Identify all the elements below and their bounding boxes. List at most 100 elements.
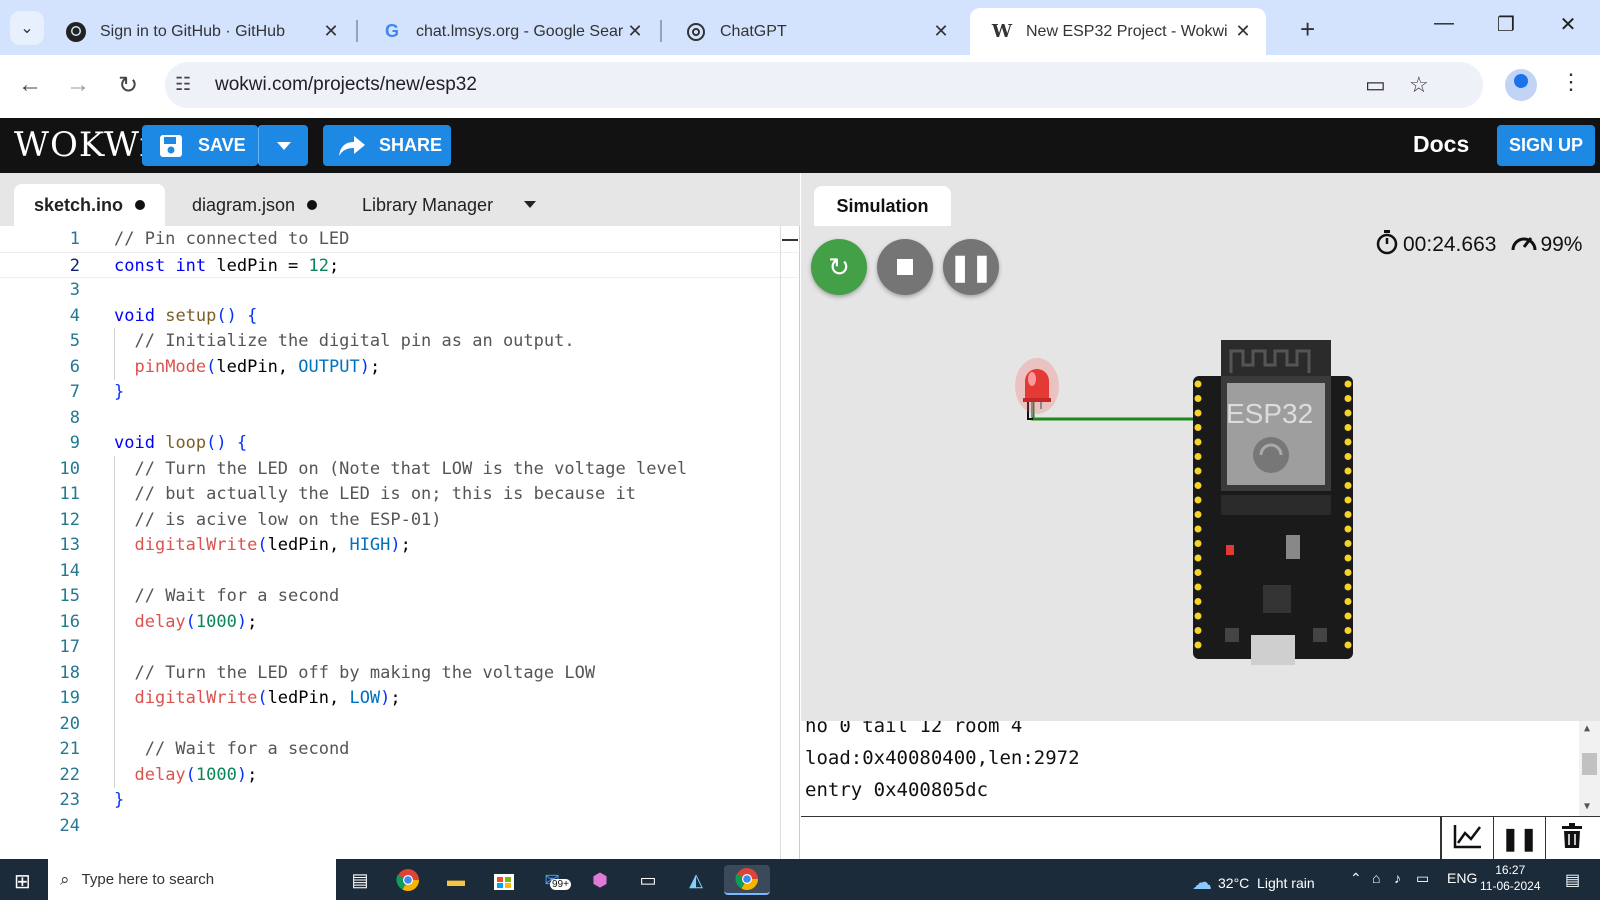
esp32-pin[interactable]: [1194, 554, 1202, 562]
chrome-active-window-icon[interactable]: [724, 865, 770, 895]
esp32-pin[interactable]: [1194, 612, 1202, 620]
circuit-canvas[interactable]: ESP32: [801, 173, 1600, 721]
tab-sketch-ino[interactable]: sketch.ino: [14, 184, 166, 226]
windows-start-icon[interactable]: ⊞: [14, 869, 31, 894]
terminal-icon[interactable]: ▭: [632, 865, 664, 895]
clear-serial-button[interactable]: [1545, 817, 1597, 860]
pause-serial-button[interactable]: ❚❚: [1493, 817, 1545, 860]
display-icon[interactable]: ▭: [1416, 870, 1429, 887]
close-icon[interactable]: ✕: [930, 21, 952, 42]
esp32-pin[interactable]: [1194, 424, 1202, 431]
esp32-pin[interactable]: [1344, 453, 1352, 460]
serial-scrollbar[interactable]: ▲ ▼: [1579, 721, 1600, 816]
code-line[interactable]: 16 delay(1000);: [0, 608, 798, 635]
esp32-pin[interactable]: [1344, 525, 1352, 533]
3d-app-icon[interactable]: ⬢: [584, 865, 616, 895]
esp32-pin[interactable]: [1344, 627, 1352, 634]
esp32-pin[interactable]: [1194, 641, 1202, 649]
share-button[interactable]: SHARE: [323, 125, 451, 166]
minimize-button[interactable]: —: [1424, 12, 1464, 35]
mail-icon[interactable]: ✉ 99+: [536, 865, 571, 895]
code-line[interactable]: 21 // Wait for a second: [0, 736, 798, 762]
esp32-pin[interactable]: [1344, 612, 1352, 620]
save-button[interactable]: SAVE: [142, 125, 258, 166]
code-line[interactable]: 3: [0, 277, 798, 303]
esp32-board[interactable]: [1193, 340, 1353, 665]
volume-icon[interactable]: ♪: [1394, 870, 1401, 886]
esp32-pin[interactable]: [1194, 525, 1202, 533]
profile-avatar[interactable]: [1505, 69, 1537, 101]
docs-link[interactable]: Docs: [1413, 131, 1469, 158]
browser-tab-google[interactable]: G chat.lmsys.org - Google Searc ✕: [360, 8, 658, 55]
code-line[interactable]: 8: [0, 405, 798, 431]
code-line[interactable]: 2 const int ledPin = 12;: [0, 251, 798, 278]
code-line[interactable]: 19 digitalWrite(ledPin, LOW);: [0, 685, 798, 711]
language-indicator[interactable]: ENG: [1447, 870, 1477, 886]
esp32-pin[interactable]: [1194, 409, 1202, 417]
browser-tab-wokwi[interactable]: W New ESP32 Project - Wokwi S ✕: [970, 8, 1266, 55]
tab-diagram-json[interactable]: diagram.json: [192, 184, 318, 226]
esp32-pin[interactable]: [1344, 409, 1352, 417]
serial-plotter-button[interactable]: [1441, 817, 1493, 860]
save-options-button[interactable]: [258, 125, 308, 166]
esp32-pin[interactable]: [1344, 482, 1352, 489]
code-line[interactable]: 23}: [0, 787, 798, 813]
close-icon[interactable]: ✕: [624, 21, 646, 42]
esp32-pin[interactable]: [1194, 395, 1202, 402]
notes-app-icon[interactable]: ◭: [680, 865, 712, 895]
restore-button[interactable]: ❐: [1486, 12, 1526, 37]
code-area[interactable]: 1 // Pin connected to LED 2 const int ledPi…: [0, 226, 798, 859]
code-line[interactable]: 24: [0, 813, 798, 839]
esp32-pin[interactable]: [1194, 496, 1202, 504]
task-view-icon[interactable]: ▤: [344, 865, 376, 895]
esp32-pin[interactable]: [1194, 482, 1202, 489]
more-tabs-caret-icon[interactable]: [524, 201, 536, 208]
system-clock[interactable]: 16:27 11-06-2024: [1480, 862, 1541, 894]
site-info-icon[interactable]: ☷: [175, 74, 191, 95]
esp32-pin[interactable]: [1344, 583, 1352, 591]
esp32-pin[interactable]: [1194, 540, 1202, 547]
code-line[interactable]: 4 void setup() {: [0, 303, 798, 329]
back-button[interactable]: ←: [14, 71, 46, 99]
esp32-pin[interactable]: [1194, 627, 1202, 634]
esp32-pin[interactable]: [1194, 598, 1202, 605]
code-line[interactable]: 22 delay(1000);: [0, 761, 798, 788]
esp32-pin[interactable]: [1344, 496, 1352, 504]
browser-menu-icon[interactable]: ⋮: [1560, 69, 1582, 95]
esp32-pin[interactable]: [1194, 380, 1202, 388]
code-line[interactable]: 14: [0, 557, 798, 584]
esp32-pin[interactable]: [1344, 467, 1352, 475]
esp32-pin[interactable]: [1344, 554, 1352, 562]
taskbar-search-box[interactable]: ⌕ Type here to search: [48, 859, 336, 900]
chevron-up-icon[interactable]: ⌃: [1350, 870, 1362, 887]
esp32-pin[interactable]: [1194, 569, 1202, 576]
esp32-pin[interactable]: [1194, 438, 1202, 446]
close-icon[interactable]: ✕: [1232, 21, 1254, 42]
code-line[interactable]: 13 digitalWrite(ledPin, HIGH);: [0, 532, 798, 558]
file-explorer-icon[interactable]: ▬: [440, 865, 472, 895]
weather-widget[interactable]: ☁ 32°C Light rain: [1192, 870, 1315, 895]
esp32-pin[interactable]: [1344, 569, 1352, 576]
tab-library-manager[interactable]: Library Manager: [362, 184, 493, 226]
close-icon[interactable]: ✕: [320, 21, 342, 42]
esp32-pin[interactable]: [1344, 598, 1352, 605]
code-line[interactable]: 15 // Wait for a second: [0, 583, 798, 609]
code-line[interactable]: 12 // is acive low on the ESP-01): [0, 506, 798, 533]
bookmark-star-icon[interactable]: ☆: [1409, 72, 1429, 98]
esp32-pin[interactable]: [1344, 424, 1352, 431]
close-window-button[interactable]: ✕: [1548, 12, 1588, 37]
url-text[interactable]: wokwi.com/projects/new/esp32: [215, 74, 477, 96]
code-line[interactable]: 17: [0, 634, 798, 660]
code-line[interactable]: 9 void loop() {: [0, 430, 798, 456]
wokwi-logo[interactable]: WOKWi: [14, 125, 151, 165]
code-line[interactable]: 10 // Turn the LED on (Note that LOW is …: [0, 455, 798, 482]
reload-button[interactable]: ↻: [112, 71, 144, 100]
code-line[interactable]: 1 // Pin connected to LED: [0, 226, 798, 252]
esp32-pin[interactable]: [1344, 641, 1352, 649]
esp32-pin[interactable]: [1194, 467, 1202, 475]
code-line[interactable]: 20: [0, 710, 798, 737]
code-line[interactable]: 5 // Initialize the digital pin as an ou…: [0, 328, 798, 354]
esp32-pin[interactable]: [1194, 511, 1202, 518]
chrome-icon[interactable]: [392, 865, 424, 895]
scroll-thumb[interactable]: [1582, 753, 1597, 775]
